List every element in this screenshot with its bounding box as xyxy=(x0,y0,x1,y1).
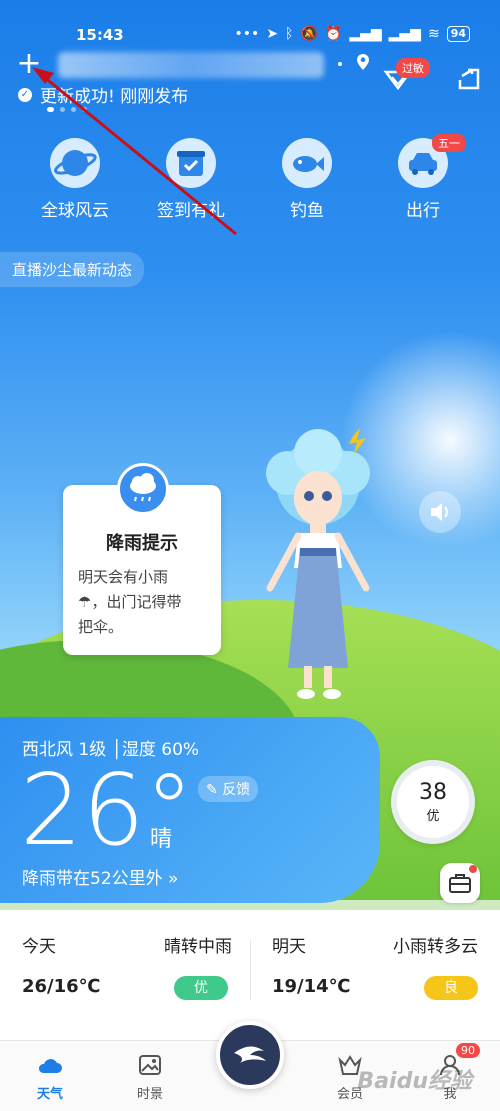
alarm-icon: ⏰ xyxy=(324,26,343,42)
city-name-blurred[interactable] xyxy=(58,52,324,78)
navigation-icon: ➤ xyxy=(266,26,279,42)
car-icon: 五一 xyxy=(398,134,466,188)
forecast-condition: 小雨转多云 xyxy=(393,937,478,957)
city-pager xyxy=(47,107,87,112)
separator-dot xyxy=(338,62,342,66)
pager-dot xyxy=(82,107,87,112)
aqi-gauge[interactable]: 38 优 xyxy=(391,760,475,844)
check-icon: ✓ xyxy=(18,87,32,102)
weather-app-screen: 15:43 ••• ➤ ᛒ 🔕 ⏰ ▂▄▆ ▂▄▆ ≋ 94 + 过敏 ✓ 更新… xyxy=(0,0,500,1111)
quick-label: 出行 xyxy=(406,201,440,221)
more-dots-icon: ••• xyxy=(234,26,260,42)
forecast-range: 26/16℃ xyxy=(22,976,101,997)
live-dust-banner[interactable]: 直播沙尘最新动态 xyxy=(0,252,145,287)
feedback-button[interactable]: ✎ 反馈 xyxy=(198,776,259,802)
current-condition: 晴 xyxy=(150,827,173,852)
add-city-button[interactable]: + xyxy=(14,49,44,80)
update-status: ✓ 更新成功! 刚刚发布 xyxy=(18,82,188,107)
gift-calendar-icon xyxy=(166,138,216,188)
quick-label: 签到有礼 xyxy=(157,201,225,221)
fish-icon xyxy=(282,138,332,188)
briefcase-button[interactable] xyxy=(440,863,480,903)
tip-body: 明天会有小雨 ☂，出门记得带 把伞。 xyxy=(78,565,212,640)
forecast-aqi-badge: 良 xyxy=(424,976,478,1000)
quick-global-weather[interactable]: 全球风云 xyxy=(25,138,125,221)
location-pin-icon xyxy=(356,54,370,74)
bluetooth-icon: ᛒ xyxy=(285,26,294,42)
status-icons: ••• ➤ ᛒ 🔕 ⏰ ▂▄▆ ▂▄▆ ≋ 94 xyxy=(235,26,470,42)
center-home-button[interactable] xyxy=(216,1021,284,1089)
quick-fishing[interactable]: 钓鱼 xyxy=(257,138,357,221)
planet-icon xyxy=(50,138,100,188)
tab-weather[interactable]: 天气 xyxy=(15,1051,85,1102)
pager-dot-active xyxy=(47,107,54,112)
tip-title: 降雨提示 xyxy=(106,533,178,554)
quick-label: 钓鱼 xyxy=(290,201,324,221)
forecast-aqi-badge: 优 xyxy=(174,976,228,1000)
wind-swirl-icon xyxy=(234,1046,266,1063)
status-time: 15:43 xyxy=(76,26,124,44)
forecast-divider xyxy=(250,940,251,1000)
me-badge: 90 xyxy=(456,1043,480,1058)
image-icon xyxy=(136,1051,164,1079)
aqi-value: 38 xyxy=(419,780,447,805)
wifi-icon: ≋ xyxy=(427,26,440,42)
pager-dot xyxy=(60,107,65,112)
feedback-label: 反馈 xyxy=(222,782,251,798)
quick-badge: 五一 xyxy=(432,134,466,152)
forecast-tomorrow[interactable]: 明天 小雨转多云 19/14℃ 良 xyxy=(272,932,478,1012)
signal-icon-2: ▂▄▆ xyxy=(388,26,421,42)
pager-dot xyxy=(71,107,76,112)
tip-line: ，出门记得带 xyxy=(91,593,182,611)
current-weather-card[interactable]: 西北风 1级 │湿度 60% 26° 晴 ✎ 反馈 降雨带在52公里外 » xyxy=(0,717,380,903)
tab-label: 时景 xyxy=(136,1087,163,1102)
notification-dot xyxy=(469,865,477,873)
watermark: Baidu经验 xyxy=(357,1069,472,1094)
update-text: 更新成功! 刚刚发布 xyxy=(40,87,189,107)
pencil-icon: ✎ xyxy=(206,782,218,798)
tab-label: 天气 xyxy=(36,1087,63,1102)
tip-line: 明天会有小雨 xyxy=(78,568,169,586)
weather-character[interactable] xyxy=(248,428,388,708)
rain-cloud-icon xyxy=(117,463,169,515)
aqi-level: 优 xyxy=(426,809,440,824)
rain-distance-link[interactable]: 降雨带在52公里外 » xyxy=(22,864,178,889)
speaker-button[interactable] xyxy=(419,491,461,533)
forecast-condition: 晴转中雨 xyxy=(164,937,232,957)
cloud-icon xyxy=(36,1051,64,1079)
battery-indicator: 94 xyxy=(446,26,470,42)
quick-travel[interactable]: 五一 出行 xyxy=(373,134,473,221)
mute-bell-icon: 🔕 xyxy=(300,26,318,42)
tab-scenery[interactable]: 时景 xyxy=(115,1051,185,1102)
forecast-range: 19/14℃ xyxy=(272,976,351,997)
allergy-badge[interactable]: 过敏 xyxy=(396,58,430,78)
quick-checkin[interactable]: 签到有礼 xyxy=(141,138,241,221)
tip-line: 把伞。 xyxy=(78,618,124,636)
status-bar: 15:43 ••• ➤ ᛒ 🔕 ⏰ ▂▄▆ ▂▄▆ ≋ 94 xyxy=(0,22,500,50)
forecast-today[interactable]: 今天 晴转中雨 26/16℃ 优 xyxy=(22,932,232,1012)
rain-tip-card[interactable]: 降雨提示 明天会有小雨 ☂，出门记得带 把伞。 xyxy=(63,463,221,655)
quick-label: 全球风云 xyxy=(41,201,109,221)
umbrella-icon: ☂ xyxy=(78,593,92,611)
share-icon[interactable] xyxy=(456,66,482,92)
signal-icon: ▂▄▆ xyxy=(349,26,382,42)
